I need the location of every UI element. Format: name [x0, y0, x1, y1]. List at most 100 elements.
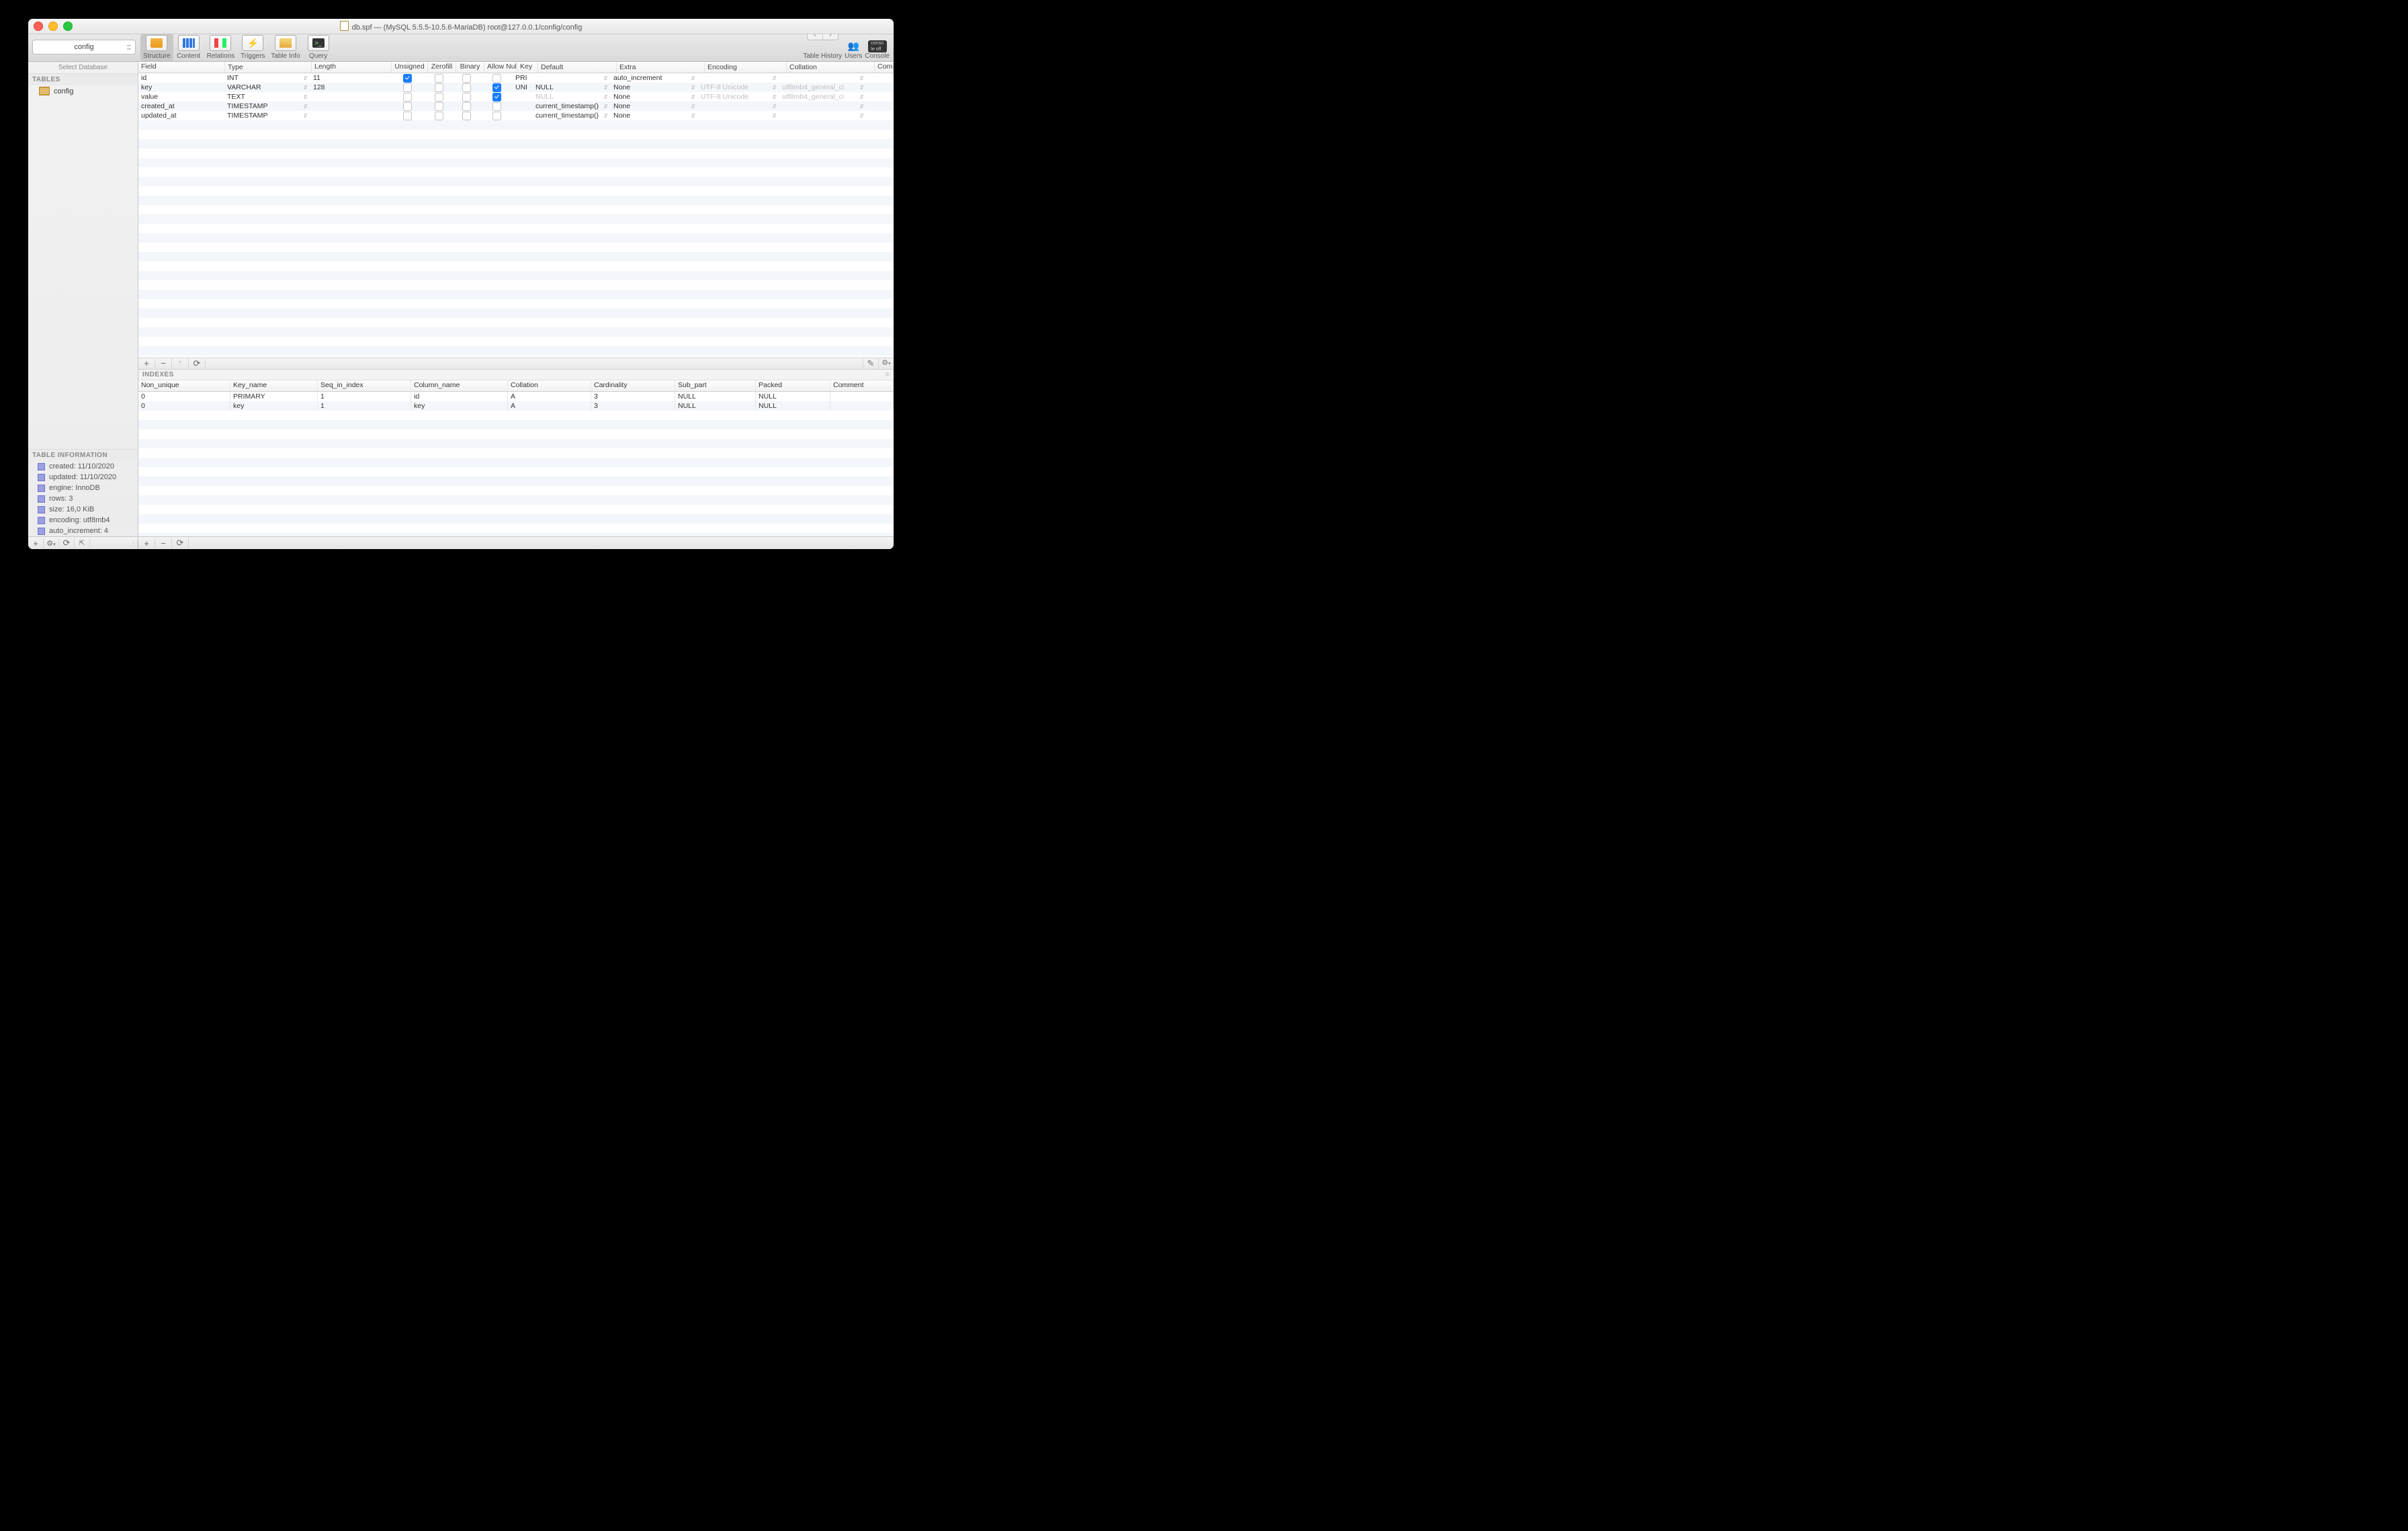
checkbox[interactable]	[435, 102, 443, 111]
ihdr-cardinality[interactable]: Cardinality	[591, 380, 675, 391]
hdr-collation[interactable]: Collation	[787, 62, 875, 73]
database-selector[interactable]: config	[32, 40, 136, 54]
index-row[interactable]: 0PRIMARY1 idA3 NULLNULL	[138, 392, 894, 401]
columns-table[interactable]: id INT⇵ 11 PRI ⇵ auto_increment⇵ ⇵ ⇵ key…	[138, 73, 894, 358]
add-index-button[interactable]: +	[138, 538, 155, 548]
cell-binary	[453, 93, 480, 101]
tab-relations[interactable]: Relations	[204, 34, 238, 61]
remove-index-button[interactable]: −	[155, 538, 172, 548]
ihdr-collation[interactable]: Collation	[508, 380, 591, 391]
checkbox[interactable]	[492, 74, 501, 83]
hdr-field[interactable]: Field	[138, 62, 225, 73]
checkbox[interactable]	[492, 83, 501, 92]
zoom-window-button[interactable]	[63, 22, 73, 31]
cell-default: NULL⇵	[533, 93, 611, 101]
refresh-indexes-button[interactable]: ⟳	[172, 538, 189, 548]
info-text: encoding: utf8mb4	[49, 516, 110, 524]
tab-query[interactable]: Query	[303, 34, 334, 61]
cell-type: TIMESTAMP⇵	[224, 112, 310, 120]
checkbox[interactable]	[462, 102, 471, 111]
indexes-table[interactable]: 0PRIMARY1 idA3 NULLNULL 0key1 keyA3 NULL…	[138, 392, 894, 536]
column-row[interactable]: updated_at TIMESTAMP⇵ current_timestamp(…	[138, 111, 894, 120]
cell-binary	[453, 102, 480, 111]
tableinfo-row: updated: 11/10/2020	[28, 472, 138, 483]
sidebar-gear-button[interactable]: ⚙︎▾	[44, 539, 59, 548]
tab-triggers[interactable]: Triggers	[237, 34, 268, 61]
ihdr-seq[interactable]: Seq_in_index	[318, 380, 411, 391]
column-row[interactable]: key VARCHAR⇵ 128 UNI NULL⇵ None⇵ UTF-8 U…	[138, 83, 894, 92]
checkbox[interactable]	[435, 83, 443, 92]
checkbox[interactable]	[462, 93, 471, 101]
remove-column-button[interactable]: −	[155, 359, 172, 368]
duplicate-column-button[interactable]: ⁺	[172, 359, 189, 368]
hdr-key[interactable]: Key	[517, 62, 538, 73]
hdr-allownull[interactable]: Allow Null	[484, 62, 517, 73]
checkbox[interactable]	[435, 93, 443, 101]
checkbox[interactable]	[492, 102, 501, 111]
column-row[interactable]: id INT⇵ 11 PRI ⇵ auto_increment⇵ ⇵ ⇵	[138, 73, 894, 83]
tab-structure[interactable]: Structure	[140, 34, 173, 61]
minimize-window-button[interactable]	[48, 22, 58, 31]
add-column-button[interactable]: +	[138, 359, 155, 368]
ihdr-comment[interactable]: Comment	[830, 380, 894, 391]
checkbox[interactable]	[462, 83, 471, 92]
empty-row	[138, 308, 894, 318]
checkbox[interactable]	[435, 74, 443, 83]
checkbox[interactable]	[462, 112, 471, 120]
close-window-button[interactable]	[34, 22, 43, 31]
indexes-columns[interactable]: Non_unique Key_name Seq_in_index Column_…	[138, 380, 894, 392]
checkbox[interactable]	[403, 102, 412, 111]
column-row[interactable]: created_at TIMESTAMP⇵ current_timestamp(…	[138, 101, 894, 111]
hdr-encoding[interactable]: Encoding	[705, 62, 787, 73]
empty-row	[138, 120, 894, 130]
cell-field: key	[138, 83, 224, 91]
checkbox[interactable]	[492, 112, 501, 120]
table-item-config[interactable]: config	[28, 85, 138, 97]
checkbox[interactable]	[403, 83, 412, 92]
hdr-length[interactable]: Length	[312, 62, 392, 73]
ihdr-packed[interactable]: Packed	[756, 380, 830, 391]
ihdr-keyname[interactable]: Key_name	[230, 380, 318, 391]
hdr-default[interactable]: Default	[538, 62, 617, 73]
ihdr-nonunique[interactable]: Non_unique	[138, 380, 230, 391]
hdr-type[interactable]: Type	[225, 62, 312, 73]
ihdr-column[interactable]: Column_name	[411, 380, 508, 391]
cell-allownull	[480, 102, 513, 111]
cell-unsigned	[390, 83, 425, 92]
checkbox[interactable]	[462, 74, 471, 83]
columns-header[interactable]: Field Type Length Unsigned Zerofill Bina…	[138, 62, 894, 73]
hdr-extra[interactable]: Extra	[617, 62, 705, 73]
sidebar-add-button[interactable]: +	[28, 538, 44, 548]
cell-key: UNI	[513, 83, 533, 91]
indexes-grip-icon[interactable]: ≡	[886, 371, 890, 378]
tab-content[interactable]: Content	[173, 34, 204, 61]
refresh-columns-button[interactable]: ⟳	[189, 359, 206, 368]
sidebar-resize-grip[interactable]: ⋮⋮	[130, 540, 138, 547]
checkbox[interactable]	[403, 112, 412, 120]
hdr-zerofill[interactable]: Zerofill	[428, 62, 456, 73]
hdr-binary[interactable]: Binary	[456, 62, 484, 73]
ihdr-subpart[interactable]: Sub_part	[675, 380, 756, 391]
titlebar[interactable]: db.spf — (MySQL 5.5.5-10.5.6-MariaDB) ro…	[28, 19, 894, 34]
console-button[interactable]: console offConsole	[865, 40, 890, 60]
checkbox[interactable]	[435, 112, 443, 120]
checkbox[interactable]	[492, 93, 501, 101]
gear-menu-button[interactable]: ⚙︎▾	[878, 358, 894, 369]
hdr-comment[interactable]: Comment	[875, 62, 894, 73]
users-button[interactable]: 👥Users	[845, 39, 862, 60]
checkbox[interactable]	[403, 74, 412, 83]
sidebar-refresh-button[interactable]: ⟳	[59, 538, 75, 548]
edit-button[interactable]: ✎	[863, 359, 878, 368]
sidebar-expand-button[interactable]: ⇱	[75, 540, 90, 547]
tab-tableinfo[interactable]: Table Info	[268, 34, 302, 61]
tableinfo-row: encoding: utf8mb4	[28, 515, 138, 526]
hdr-unsigned[interactable]: Unsigned	[392, 62, 428, 73]
cell-default: current_timestamp()⇵	[533, 112, 611, 120]
checkbox[interactable]	[403, 93, 412, 101]
index-row[interactable]: 0key1 keyA3 NULLNULL	[138, 401, 894, 411]
users-icon: 👥	[845, 39, 862, 52]
column-row[interactable]: value TEXT⇵ NULL⇵ None⇵ UTF-8 Unicode⇵ u…	[138, 92, 894, 101]
cell-binary	[453, 74, 480, 83]
tableinfo-row: engine: InnoDB	[28, 483, 138, 493]
tables-list[interactable]: config	[28, 85, 138, 449]
